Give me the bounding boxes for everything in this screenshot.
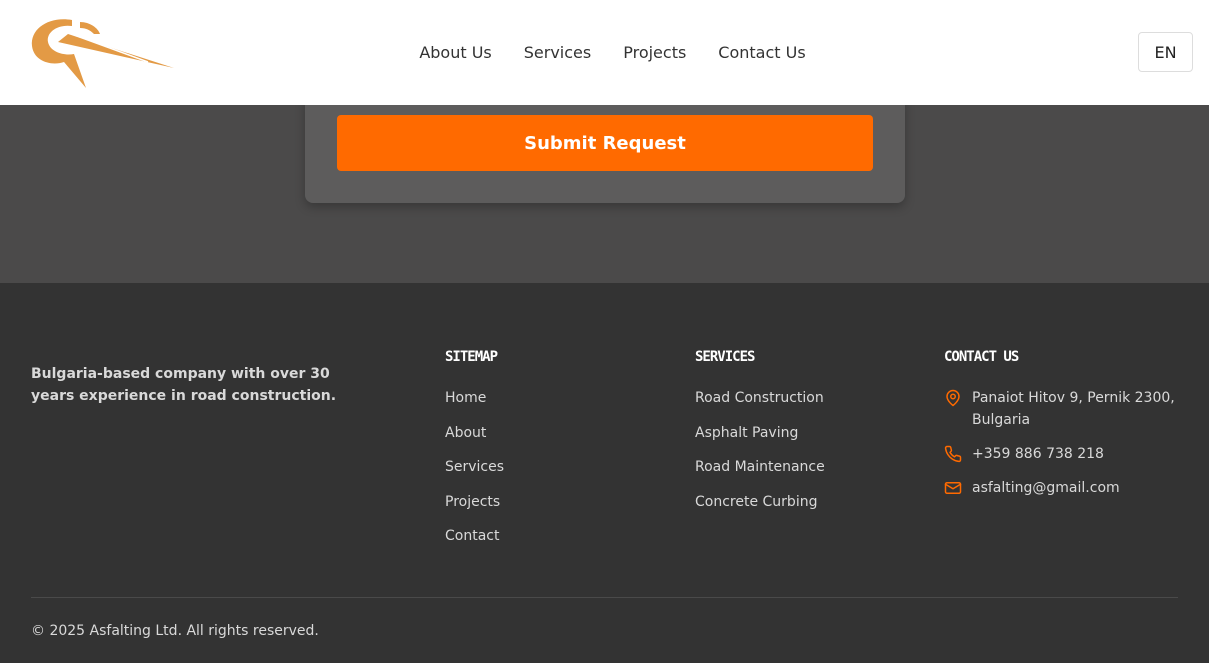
site-header: About Us Services Projects Contact Us EN [0, 0, 1209, 105]
submit-request-button[interactable]: Submit Request [337, 115, 873, 171]
sitemap-column: SITEMAP Home About Services Projects Con… [445, 349, 504, 560]
request-form-section: Submit Request [0, 95, 1209, 283]
service-link-concrete-curbing[interactable]: Concrete Curbing [695, 491, 825, 526]
service-link-road-maintenance[interactable]: Road Maintenance [695, 456, 825, 491]
sitemap-link-services[interactable]: Services [445, 456, 504, 491]
phone-icon [944, 445, 962, 463]
services-column: SERVICES Road Construction Asphalt Pavin… [695, 349, 825, 525]
services-heading: SERVICES [695, 349, 755, 365]
site-footer: Bulgaria-based company with over 30 year… [0, 283, 1209, 663]
sitemap-heading: SITEMAP [445, 349, 498, 365]
contact-heading: CONTACT US [944, 349, 1019, 365]
sitemap-link-contact[interactable]: Contact [445, 525, 504, 560]
company-description: Bulgaria-based company with over 30 year… [31, 366, 337, 404]
sitemap-link-home[interactable]: Home [445, 387, 504, 422]
mail-icon [944, 482, 962, 494]
nav-about-us[interactable]: About Us [419, 43, 491, 62]
request-form-card: Submit Request [305, 95, 905, 203]
map-pin-icon [946, 389, 960, 407]
main-nav: About Us Services Projects Contact Us [0, 0, 1209, 105]
footer-divider [31, 597, 1178, 598]
service-link-road-construction[interactable]: Road Construction [695, 387, 825, 422]
sitemap-link-about[interactable]: About [445, 422, 504, 457]
copyright-text: © 2025 Asfalting Ltd. All rights reserve… [31, 623, 319, 639]
language-selector[interactable]: EN [1138, 32, 1193, 72]
sitemap-link-projects[interactable]: Projects [445, 491, 504, 526]
nav-projects[interactable]: Projects [623, 43, 686, 62]
service-link-asphalt-paving[interactable]: Asphalt Paving [695, 422, 825, 457]
contact-address: Panaiot Hitov 9, Pernik 2300, Bulgaria [944, 387, 1184, 431]
nav-contact-us[interactable]: Contact Us [718, 43, 805, 62]
contact-email[interactable]: asfalting@gmail.com [944, 477, 1184, 499]
contact-column: CONTACT US Panaiot Hitov 9, Pernik 2300,… [944, 349, 1184, 511]
contact-phone[interactable]: +359 886 738 218 [944, 443, 1184, 465]
nav-services[interactable]: Services [524, 43, 591, 62]
